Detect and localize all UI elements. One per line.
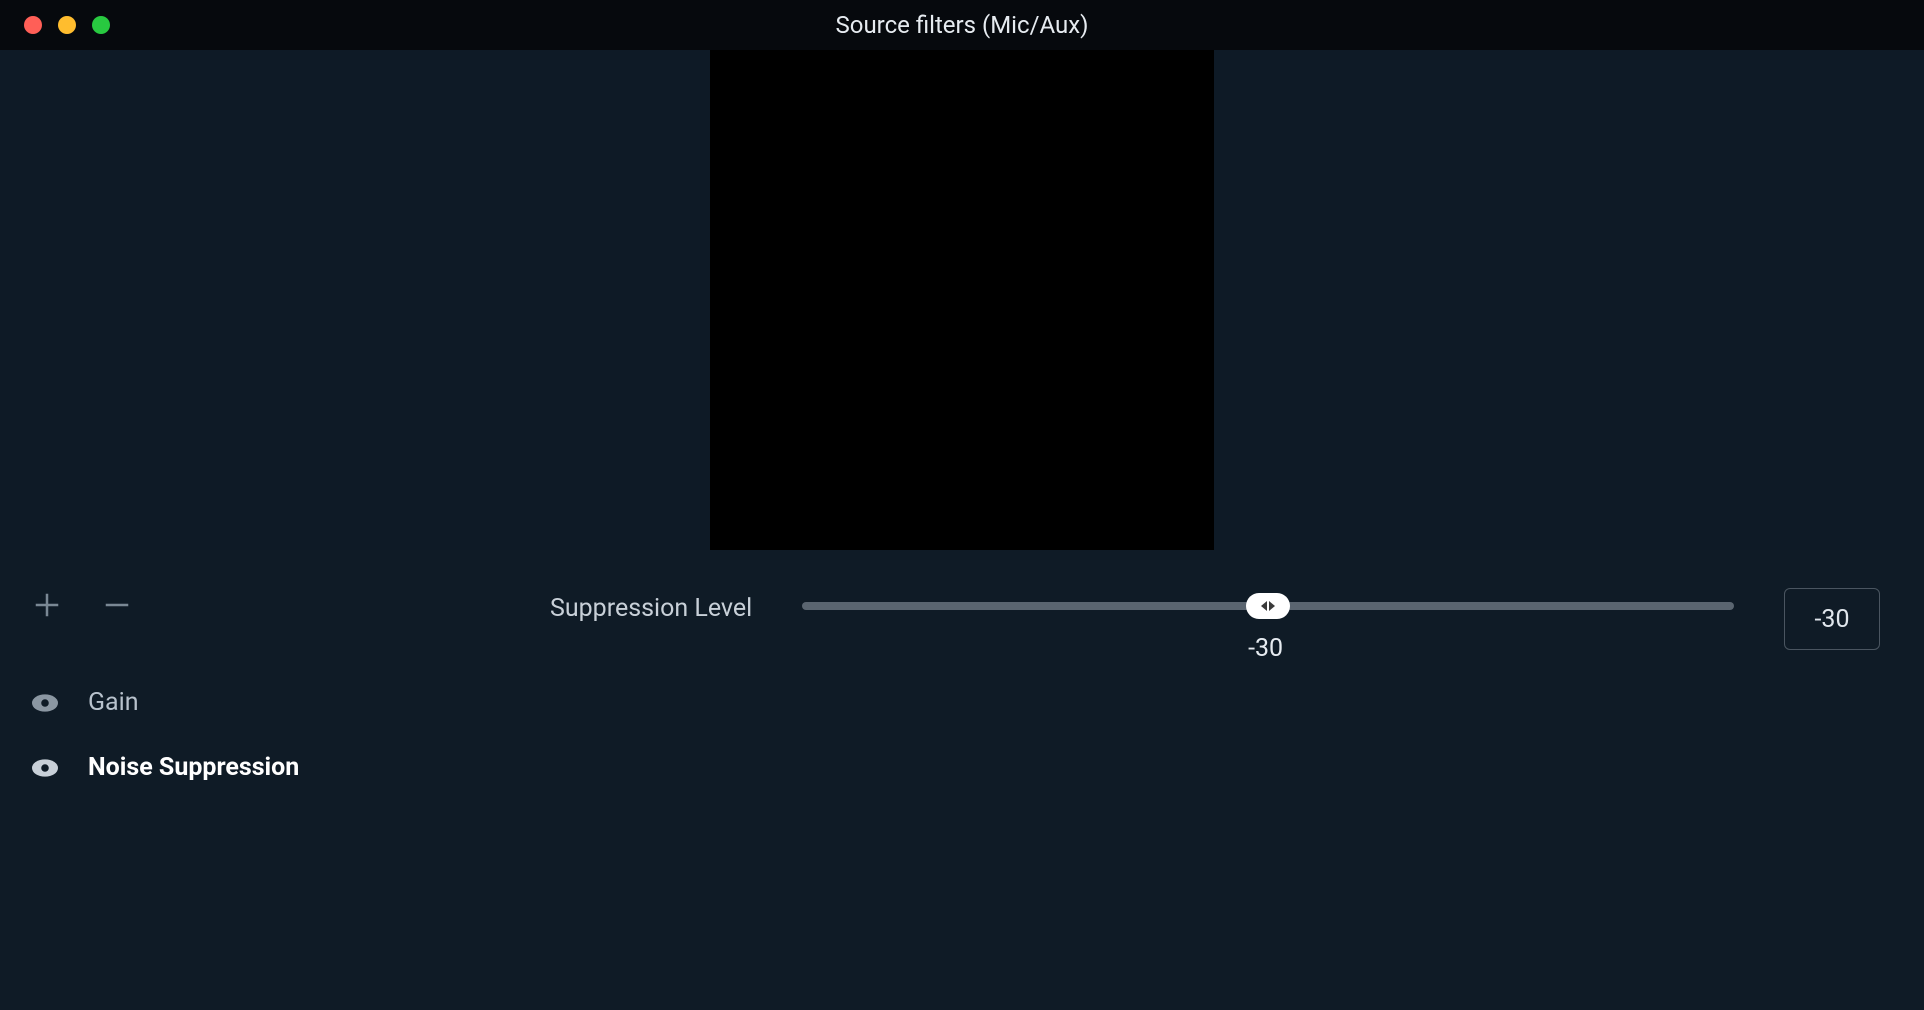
add-filter-button[interactable] (32, 590, 62, 620)
slider-thumb[interactable] (1246, 593, 1290, 619)
minimize-window-button[interactable] (58, 16, 76, 34)
minus-icon (102, 590, 132, 620)
arrow-right-icon (1269, 601, 1275, 611)
slider-value-label: -30 (1248, 634, 1283, 663)
titlebar: Source filters (Mic/Aux) (0, 0, 1924, 50)
eye-icon[interactable] (32, 694, 58, 712)
close-window-button[interactable] (24, 16, 42, 34)
filter-item-label: Noise Suppression (88, 753, 299, 782)
preview-canvas (710, 50, 1214, 550)
filter-item-label: Gain (88, 688, 139, 717)
eye-icon[interactable] (32, 759, 58, 777)
suppression-level-slider-wrap: -30 (802, 588, 1734, 663)
suppression-level-slider[interactable] (802, 602, 1734, 610)
filter-settings-panel: Suppression Level -30 -30 (430, 550, 1924, 1010)
filter-sidebar: Gain Noise Suppression (0, 550, 430, 1010)
suppression-level-value-input[interactable]: -30 (1784, 588, 1880, 650)
filter-item-noise-suppression[interactable]: Noise Suppression (0, 735, 430, 800)
param-label-suppression-level: Suppression Level (430, 588, 752, 623)
lower-panel: Gain Noise Suppression Suppression Level… (0, 550, 1924, 1010)
maximize-window-button[interactable] (92, 16, 110, 34)
filter-toolbar (0, 590, 430, 620)
remove-filter-button[interactable] (102, 590, 132, 620)
preview-area (0, 50, 1924, 550)
arrow-left-icon (1261, 601, 1267, 611)
plus-icon (32, 590, 62, 620)
filter-item-gain[interactable]: Gain (0, 670, 430, 735)
window-controls (0, 16, 110, 34)
window-title: Source filters (Mic/Aux) (836, 11, 1089, 39)
